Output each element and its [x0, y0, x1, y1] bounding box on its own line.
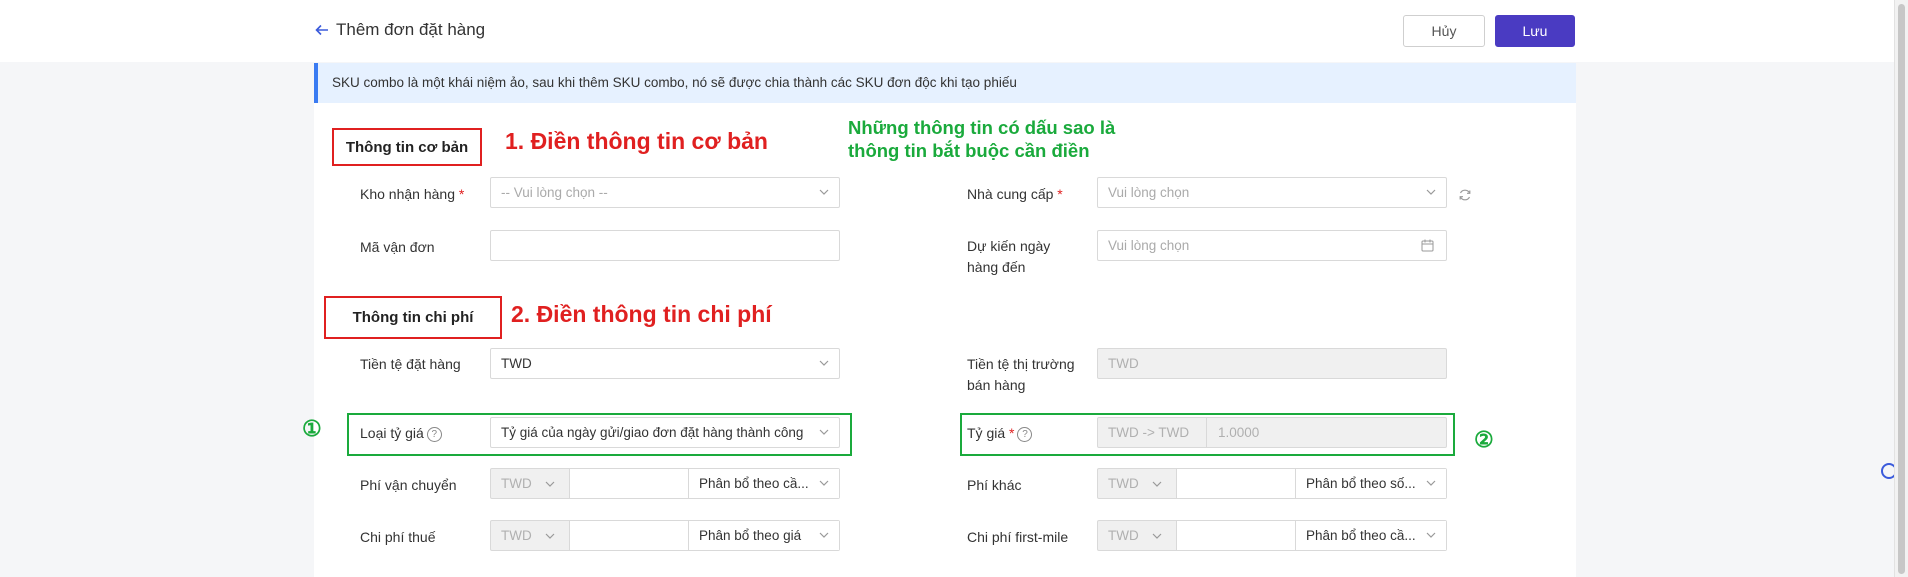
chevron-down-icon: [545, 481, 555, 487]
chevron-down-icon: [819, 480, 829, 486]
other-currency: TWD: [1108, 476, 1139, 491]
chevron-down-icon: [545, 533, 555, 539]
other-fee-label: Phí khác: [967, 477, 1022, 493]
annotation-required-line2: thông tin bắt buộc cần điền: [848, 140, 1090, 161]
market-currency-field: TWD: [1097, 348, 1447, 379]
warehouse-placeholder: -- Vui lòng chọn --: [501, 185, 608, 200]
notice-banner: SKU combo là một khái niệm ảo, sau khi t…: [314, 63, 1576, 103]
warehouse-label: Kho nhận hàng *: [360, 184, 464, 205]
chevron-down-icon: [1426, 532, 1436, 538]
tax-fee-group: TWD Phân bổ theo giá: [490, 520, 840, 551]
page-title: Thêm đơn đặt hàng: [336, 20, 486, 39]
firstmile-alloc-select[interactable]: Phân bổ theo cầ...: [1296, 521, 1446, 550]
shipping-fee-group: TWD Phân bổ theo cầ...: [490, 468, 840, 499]
back-link[interactable]: Thêm đơn đặt hàng: [314, 20, 485, 40]
chevron-down-icon: [1152, 481, 1162, 487]
chevron-down-icon: [1152, 533, 1162, 539]
annotation-step1: 1. Điền thông tin cơ bản: [505, 128, 768, 154]
eta-label-line1: Dự kiến ngày: [967, 238, 1051, 254]
supplier-select[interactable]: Vui lòng chọn: [1097, 177, 1447, 208]
chevron-down-icon: [819, 532, 829, 538]
chevron-down-icon: [1426, 480, 1436, 486]
shipping-alloc-select[interactable]: Phân bổ theo cầ...: [689, 469, 839, 498]
eta-label: Dự kiến ngày hàng đến: [967, 236, 1050, 278]
annotation-circle-2: ②: [1474, 427, 1494, 452]
rate-field: TWD -> TWD 1.0000: [1097, 417, 1447, 448]
scrollbar-thumb[interactable]: [1898, 4, 1905, 574]
tax-amount-input[interactable]: [570, 521, 688, 550]
other-fee-group: TWD Phân bổ theo số...: [1097, 468, 1447, 499]
refresh-icon[interactable]: [1458, 188, 1472, 202]
chevron-down-icon: [819, 429, 829, 435]
chevron-down-icon: [819, 360, 829, 366]
tax-currency: TWD: [501, 528, 532, 543]
tax-alloc-select[interactable]: Phân bổ theo giá: [689, 521, 839, 550]
annotation-step2: 2. Điền thông tin chi phí: [511, 301, 772, 327]
calendar-icon: [1421, 239, 1434, 252]
market-currency-label: Tiền tệ thị trường bán hàng: [967, 354, 1075, 396]
firstmile-amount-input[interactable]: [1177, 521, 1295, 550]
other-alloc-select[interactable]: Phân bổ theo số...: [1296, 469, 1446, 498]
shipping-currency: TWD: [501, 476, 532, 491]
annotation-required-note: Những thông tin có dấu sao là thông tin …: [848, 116, 1115, 162]
chevron-down-icon: [1426, 189, 1436, 195]
rate-label-text: Tỷ giá: [967, 425, 1006, 441]
rate-label: Tỷ giá *?: [967, 423, 1033, 444]
market-currency-label-line1: Tiền tệ thị trường: [967, 356, 1075, 372]
cancel-button[interactable]: Hủy: [1403, 15, 1485, 47]
shipping-alloc-value: Phân bổ theo cầ...: [699, 476, 809, 491]
shipping-amount-input[interactable]: [570, 469, 688, 498]
section-title-cost: Thông tin chi phí: [324, 296, 502, 339]
rate-divider: [1206, 418, 1207, 447]
tracking-label: Mã vận đơn: [360, 239, 435, 255]
order-currency-select[interactable]: TWD: [490, 348, 840, 379]
help-icon[interactable]: ?: [426, 426, 442, 442]
warehouse-label-text: Kho nhận hàng: [360, 186, 455, 202]
firstmile-label: Chi phí first-mile: [967, 529, 1069, 545]
order-currency-label: Tiền tệ đặt hàng: [360, 356, 461, 372]
section-title-basic: Thông tin cơ bản: [332, 128, 482, 166]
chevron-down-icon: [819, 189, 829, 195]
rate-value: 1.0000: [1218, 425, 1260, 440]
eta-label-line2: hàng đến: [967, 259, 1026, 275]
required-mark: *: [1057, 186, 1063, 202]
save-button[interactable]: Lưu: [1495, 15, 1575, 47]
other-alloc-value: Phân bổ theo số...: [1306, 476, 1416, 491]
firstmile-fee-group: TWD Phân bổ theo cầ...: [1097, 520, 1447, 551]
supplier-label: Nhà cung cấp *: [967, 184, 1063, 205]
required-mark: *: [458, 186, 465, 202]
tracking-input[interactable]: [490, 230, 840, 261]
firstmile-currency: TWD: [1108, 528, 1139, 543]
rate-pair: TWD -> TWD: [1108, 425, 1190, 440]
rate-type-label-text: Loại tỷ giá: [360, 425, 424, 441]
eta-date-picker[interactable]: Vui lòng chọn: [1097, 230, 1447, 261]
tax-alloc-value: Phân bổ theo giá: [699, 528, 802, 543]
annotation-circle-1: ①: [302, 416, 322, 441]
tax-label: Chi phí thuế: [360, 529, 436, 545]
annotation-required-line1: Những thông tin có dấu sao là: [848, 117, 1116, 138]
page-scrollbar[interactable]: [1894, 0, 1908, 577]
warehouse-select[interactable]: -- Vui lòng chọn --: [490, 177, 840, 208]
supplier-placeholder: Vui lòng chọn: [1108, 185, 1190, 200]
rate-type-label: Loại tỷ giá?: [360, 423, 442, 444]
arrow-left-icon: [315, 24, 328, 36]
supplier-label-text: Nhà cung cấp: [967, 186, 1054, 202]
other-amount-input[interactable]: [1177, 469, 1295, 498]
firstmile-alloc-value: Phân bổ theo cầ...: [1306, 528, 1416, 543]
rate-type-select[interactable]: Tỷ giá của ngày gửi/giao đơn đặt hàng th…: [490, 417, 840, 448]
top-bar: [0, 0, 1895, 62]
help-icon[interactable]: ?: [1017, 426, 1033, 442]
rate-type-value: Tỷ giá của ngày gửi/giao đơn đặt hàng th…: [501, 425, 804, 440]
eta-placeholder: Vui lòng chọn: [1108, 238, 1190, 253]
shipping-label: Phí vận chuyển: [360, 477, 457, 493]
required-mark: *: [1009, 425, 1015, 441]
market-currency-label-line2: bán hàng: [967, 377, 1026, 393]
order-currency-value: TWD: [501, 356, 532, 371]
